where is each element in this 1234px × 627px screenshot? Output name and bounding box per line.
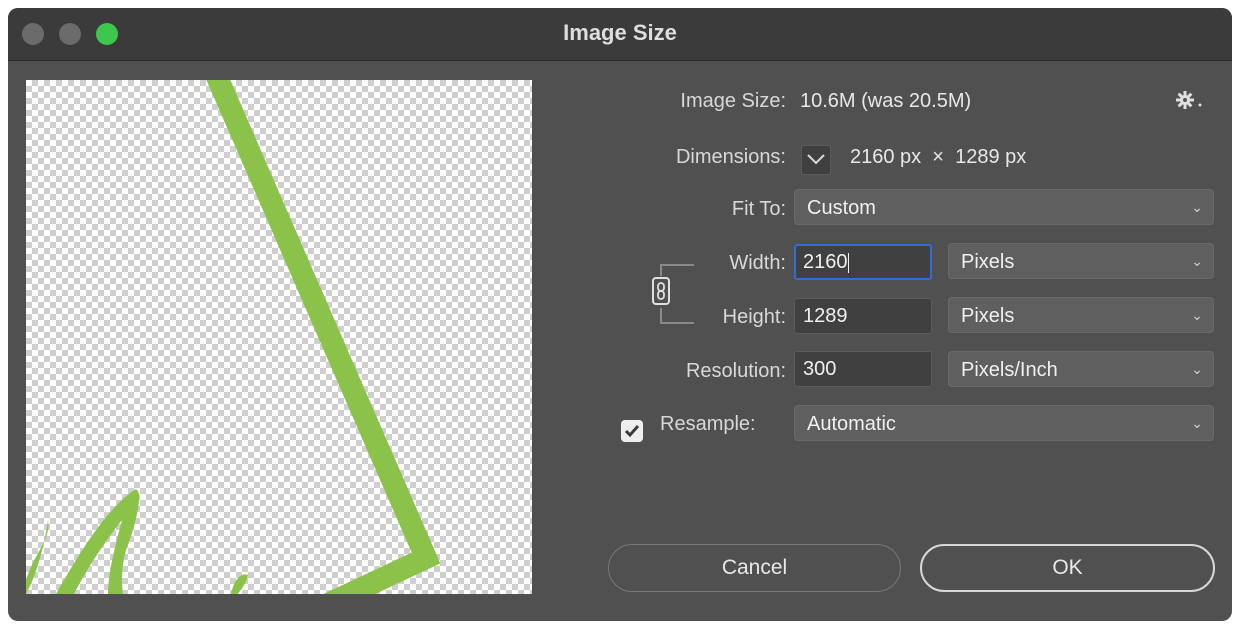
dimensions-label: Dimensions: <box>675 146 786 168</box>
image-size-label: Image Size: <box>680 90 786 112</box>
gear-icon[interactable] <box>1176 90 1206 116</box>
chevron-down-icon: ⌄ <box>1191 307 1203 323</box>
resample-label: Resample: <box>660 413 756 435</box>
resample-checkbox[interactable] <box>621 420 643 442</box>
dimensions-units-toggle[interactable] <box>801 145 831 175</box>
title-bar: Image Size <box>8 8 1232 61</box>
resolution-unit-value: Pixels/Inch <box>961 359 1058 381</box>
height-unit-select[interactable]: Pixels ⌄ <box>948 297 1214 333</box>
width-label: Width: <box>729 252 786 274</box>
checkmark-icon <box>624 425 640 438</box>
ok-button[interactable]: OK <box>920 544 1215 592</box>
resolution-value: 300 <box>803 358 837 380</box>
image-size-dialog: Image Size Image Size: 10.6M (was 20.5M)… <box>8 8 1232 621</box>
image-preview[interactable] <box>26 80 532 594</box>
height-value: 1289 <box>803 305 848 327</box>
fit-to-select[interactable]: Custom ⌄ <box>794 189 1214 225</box>
chevron-down-icon: ⌄ <box>1191 199 1203 215</box>
chevron-down-icon: ⌄ <box>1191 253 1203 269</box>
preview-artwork <box>26 80 441 594</box>
chevron-down-icon: ⌄ <box>1191 361 1203 377</box>
resolution-input[interactable]: 300 <box>794 351 932 387</box>
width-unit-value: Pixels <box>961 251 1015 273</box>
width-value: 2160 <box>803 251 848 273</box>
resolution-label: Resolution: <box>685 360 786 382</box>
width-input[interactable]: 2160 <box>794 244 932 280</box>
height-input[interactable]: 1289 <box>794 298 932 334</box>
dimensions-value: 2160 px × 1289 px <box>850 146 1027 168</box>
dialog-title: Image Size <box>563 20 677 45</box>
chain-link-icon[interactable] <box>649 276 673 306</box>
text-cursor <box>847 252 849 273</box>
fit-to-value: Custom <box>807 197 876 219</box>
resolution-unit-select[interactable]: Pixels/Inch ⌄ <box>948 351 1214 387</box>
fit-to-label: Fit To: <box>731 198 786 220</box>
resample-value: Automatic <box>807 413 896 435</box>
cancel-button[interactable]: Cancel <box>608 544 901 592</box>
chevron-down-icon: ⌄ <box>1191 415 1203 431</box>
height-unit-value: Pixels <box>961 305 1015 327</box>
resample-select[interactable]: Automatic ⌄ <box>794 405 1214 441</box>
height-label: Height: <box>722 306 786 328</box>
width-unit-select[interactable]: Pixels ⌄ <box>948 243 1214 279</box>
chevron-down-icon <box>807 154 825 165</box>
image-size-value: 10.6M (was 20.5M) <box>800 90 972 112</box>
